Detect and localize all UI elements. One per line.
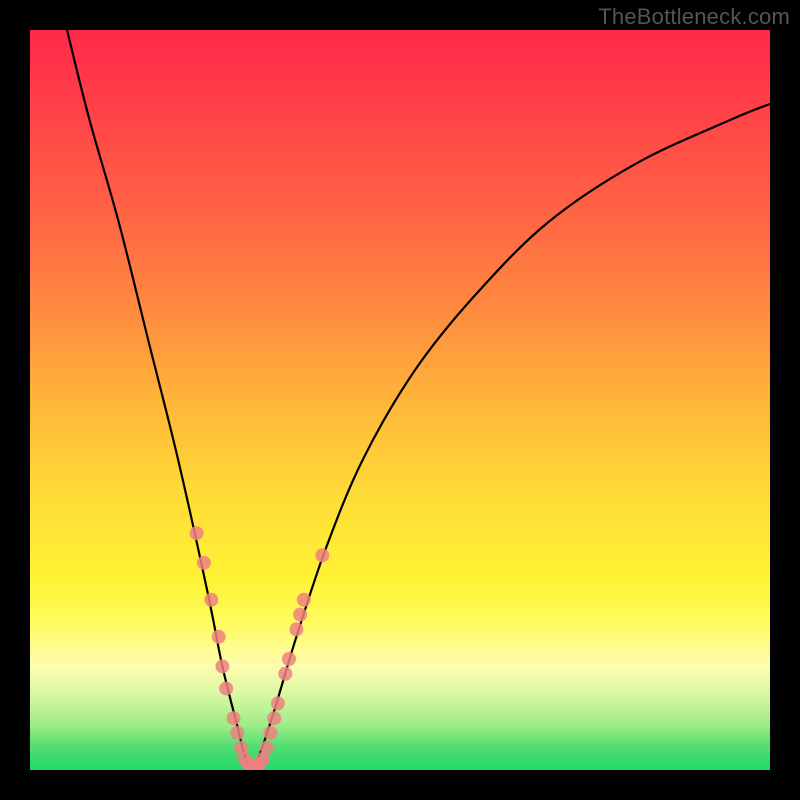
data-point	[190, 526, 204, 540]
data-point	[282, 652, 296, 666]
data-point	[212, 630, 226, 644]
data-point	[264, 726, 278, 740]
watermark-text: TheBottleneck.com	[598, 4, 790, 30]
bottleneck-curve	[67, 30, 770, 770]
chart-frame: TheBottleneck.com	[0, 0, 800, 800]
data-point	[267, 711, 281, 725]
scatter-points	[190, 526, 330, 770]
data-point	[293, 608, 307, 622]
plot-area	[30, 30, 770, 770]
data-point	[260, 741, 274, 755]
data-point	[227, 711, 241, 725]
data-point	[197, 556, 211, 570]
data-point	[315, 548, 329, 562]
data-point	[271, 696, 285, 710]
data-point	[278, 667, 292, 681]
chart-svg	[30, 30, 770, 770]
data-point	[219, 682, 233, 696]
data-point	[289, 622, 303, 636]
data-point	[215, 659, 229, 673]
data-point	[204, 593, 218, 607]
data-point	[230, 726, 244, 740]
data-point	[297, 593, 311, 607]
